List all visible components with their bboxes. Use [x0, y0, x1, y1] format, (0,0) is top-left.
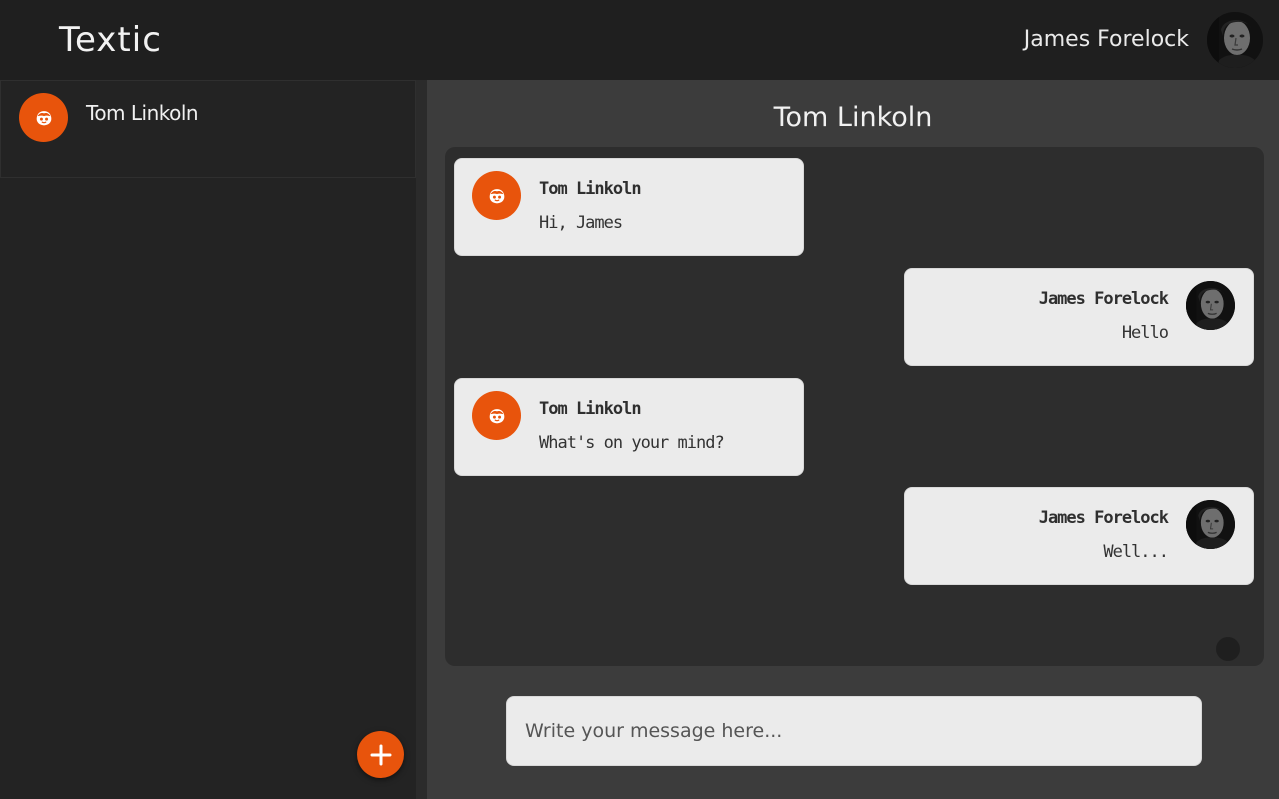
message-sender: Tom Linkoln	[539, 399, 642, 419]
message-bubble-incoming: Tom Linkoln What's on your mind?	[454, 378, 804, 476]
message-sender: James Forelock	[1038, 508, 1169, 528]
message-text: Well...	[1103, 542, 1169, 562]
user-avatar[interactable]	[1207, 12, 1263, 68]
message-sender: James Forelock	[1038, 289, 1169, 309]
sender-avatar	[1186, 281, 1235, 330]
plus-icon	[370, 744, 391, 765]
scroll-indicator[interactable]	[1216, 637, 1240, 661]
message-text: Hi, James	[539, 213, 623, 233]
chat-title: Tom Linkoln	[773, 102, 933, 133]
sender-avatar	[472, 171, 521, 220]
message-text: Hello	[1121, 323, 1169, 343]
bot-face-icon	[486, 405, 508, 427]
user-photo-icon	[1186, 500, 1235, 549]
app-title: Textic	[59, 20, 162, 60]
message-bubble-incoming: Tom Linkoln Hi, James	[454, 158, 804, 256]
user-photo-icon	[1207, 12, 1263, 68]
message-input[interactable]	[506, 696, 1202, 766]
contacts-sidebar: Tom Linkoln	[0, 80, 416, 799]
message-text: What's on your mind?	[539, 433, 725, 453]
sender-avatar	[1186, 500, 1235, 549]
top-bar: Textic James Forelock	[0, 0, 1279, 80]
message-bubble-outgoing: James Forelock Well...	[904, 487, 1254, 585]
sender-avatar	[472, 391, 521, 440]
message-sender: Tom Linkoln	[539, 179, 642, 199]
user-photo-icon	[1186, 281, 1235, 330]
message-bubble-outgoing: James Forelock Hello	[904, 268, 1254, 366]
bot-face-icon	[33, 107, 55, 129]
bot-face-icon	[486, 185, 508, 207]
message-list[interactable]: Tom Linkoln Hi, James James Forelock Hel…	[445, 147, 1264, 666]
contact-item-tom-linkoln[interactable]: Tom Linkoln	[0, 80, 416, 178]
chat-panel: Tom Linkoln Tom Linkoln Hi, James James …	[427, 80, 1279, 799]
current-user-name: James Forelock	[1023, 27, 1189, 52]
contact-avatar	[19, 93, 68, 142]
add-contact-button[interactable]	[357, 731, 404, 778]
contact-name: Tom Linkoln	[86, 101, 199, 125]
panel-divider	[416, 80, 427, 799]
